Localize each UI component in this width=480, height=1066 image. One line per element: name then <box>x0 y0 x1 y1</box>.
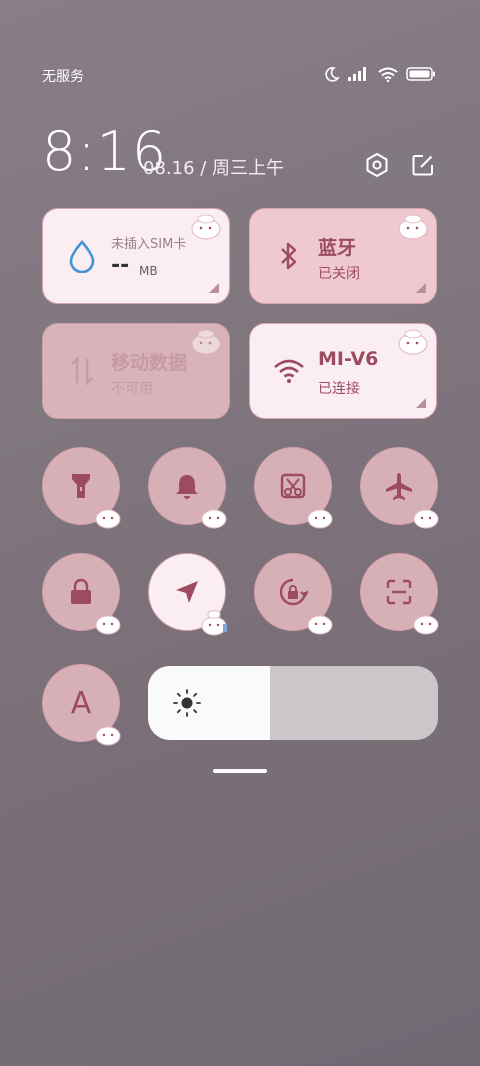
data-value: -- <box>111 253 130 278</box>
scan-toggle[interactable] <box>360 553 439 635</box>
water-drop-icon <box>65 239 99 273</box>
sheep-sticker-icon <box>201 509 227 529</box>
screenshot-icon <box>280 473 306 499</box>
lock-icon <box>71 578 91 604</box>
sheep-sticker-icon <box>413 615 439 635</box>
edit-icon[interactable] <box>408 150 438 180</box>
location-icon <box>176 581 198 603</box>
data-usage-tile[interactable]: 未插入SIM卡 -- MB <box>42 208 230 304</box>
drag-handle[interactable] <box>213 769 267 773</box>
signal-icon <box>348 67 366 81</box>
sheep-sticker-icon <box>398 214 428 240</box>
mobile-data-tile[interactable]: 移动数据 不可用 <box>42 323 230 419</box>
sheep-sticker-icon <box>191 329 221 355</box>
chef-sheep-sticker-icon <box>201 610 227 636</box>
wifi-tile[interactable]: MI-V6 已连接 <box>249 323 437 419</box>
flashlight-icon <box>72 474 90 498</box>
scan-icon <box>386 579 412 605</box>
status-icons <box>324 66 436 82</box>
sheep-sticker-icon <box>95 726 121 746</box>
wifi-status-icon <box>378 67 398 82</box>
bluetooth-title: 蓝牙 <box>318 237 357 259</box>
sheep-sticker-icon <box>398 329 428 355</box>
mobile-data-title: 移动数据 <box>111 352 188 374</box>
bluetooth-status: 已关闭 <box>318 266 360 282</box>
carrier-status: 无服务 <box>42 69 84 85</box>
moon-icon <box>325 67 340 82</box>
sheep-sticker-icon <box>191 214 221 240</box>
bluetooth-tile[interactable]: 蓝牙 已关闭 <box>249 208 437 304</box>
data-arrows-icon <box>65 354 99 388</box>
date-text: 08.16 / 周三上午 <box>143 158 285 179</box>
sim-status-label: 未插入SIM卡 <box>111 237 187 252</box>
settings-icon[interactable] <box>362 150 392 180</box>
battery-icon <box>406 67 435 81</box>
tile-corner-indicator <box>416 398 426 408</box>
screenshot-toggle[interactable] <box>254 447 333 529</box>
airplane-toggle[interactable] <box>360 447 439 529</box>
rotation-lock-toggle[interactable] <box>254 553 333 635</box>
wifi-icon <box>272 354 306 388</box>
sheep-sticker-icon <box>307 509 333 529</box>
flashlight-toggle[interactable] <box>42 447 121 529</box>
wifi-title: MI-V6 <box>318 348 379 370</box>
bell-toggle[interactable] <box>148 447 227 529</box>
sheep-sticker-icon <box>95 615 121 635</box>
lock-toggle[interactable] <box>42 553 121 635</box>
airplane-icon <box>386 473 412 500</box>
mobile-data-status: 不可用 <box>111 381 153 397</box>
bell-icon <box>176 475 198 499</box>
wifi-status: 已连接 <box>318 381 360 397</box>
brightness-slider[interactable] <box>148 666 438 740</box>
rotation-lock-icon <box>279 578 308 606</box>
tile-corner-indicator <box>209 283 219 293</box>
font-icon: A <box>70 685 92 721</box>
data-unit: MB <box>139 264 158 278</box>
font-toggle[interactable]: A <box>42 664 121 746</box>
sheep-sticker-icon <box>307 615 333 635</box>
bluetooth-icon <box>272 239 306 273</box>
sun-icon <box>173 689 201 717</box>
sheep-sticker-icon <box>95 509 121 529</box>
brightness-fill <box>148 666 270 740</box>
sheep-sticker-icon <box>413 509 439 529</box>
location-toggle[interactable] <box>148 553 227 636</box>
tile-corner-indicator <box>416 283 426 293</box>
